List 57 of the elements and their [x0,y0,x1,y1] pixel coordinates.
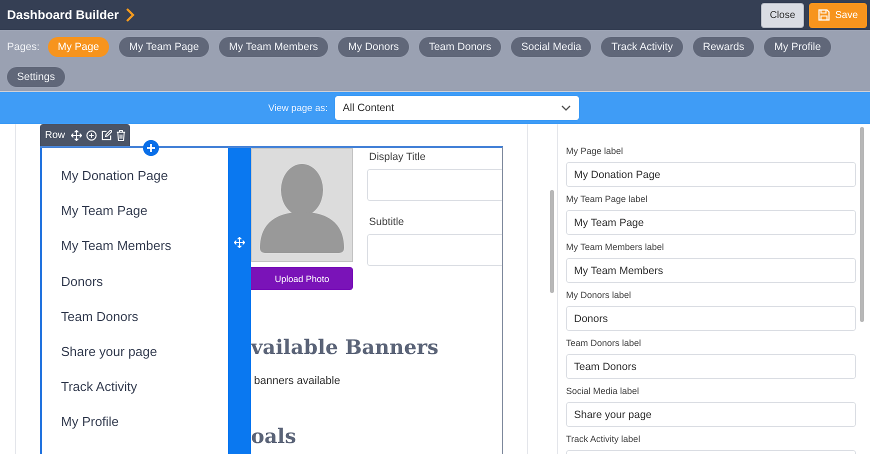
page-tab[interactable]: Settings [7,67,65,87]
input-field[interactable] [367,234,502,266]
scrollbar-thumb[interactable] [860,127,864,322]
close-button[interactable]: Close [761,2,804,28]
input-field[interactable]: Donors [566,306,856,331]
menu-item[interactable]: Donors [61,274,228,309]
page-tab[interactable]: Team Donors [418,37,502,57]
row-toolbar: Row [40,124,130,146]
move-icon[interactable] [71,130,82,140]
chevron-down-icon [560,105,571,111]
menu-item[interactable]: My Team Members [61,238,228,274]
field-label: My Team Page label [566,194,648,205]
chevron-right-icon [124,7,135,23]
input-field[interactable]: My Team Members [566,258,856,283]
field-label: Display Title [368,150,427,164]
menu-item[interactable]: Team Donors [61,308,228,344]
input-field[interactable]: Share your page [566,402,856,427]
pages-label: Pages: [7,41,40,53]
save-icon [818,9,830,21]
input-field[interactable]: My Team Page [566,210,856,235]
column-divider-handle[interactable] [228,148,251,454]
menu-item[interactable]: My Team Page [61,203,228,238]
avatar-placeholder-icon [251,148,353,262]
view-as-label: View page as: [268,102,328,114]
input-field[interactable]: My Donation Page [566,162,856,187]
field-label: My Donors label [566,290,632,301]
page-tab[interactable]: My Team Page [119,37,209,57]
view-select[interactable]: All Content [334,96,579,120]
field-label: My Page label [566,146,624,157]
move-icon[interactable] [234,236,245,248]
page-tab[interactable]: Track Activity [601,37,683,57]
field-label: Team Donors label [566,338,642,349]
page-tab[interactable]: Rewards [692,37,754,57]
empty-message: banners available [253,375,342,387]
page-tab[interactable]: Social Media [511,37,592,57]
section-heading: vailable Banners [251,335,440,359]
upload-photo-button[interactable]: Upload Photo [251,267,353,290]
page-tab[interactable]: My Profile [764,37,831,57]
page-tab[interactable]: My Team Members [218,37,328,57]
edit-icon[interactable] [101,130,112,140]
field-label: My Team Members label [566,242,665,253]
app-title: Dashboard Builder [7,8,119,22]
add-icon[interactable] [143,140,159,156]
menu-item[interactable]: Share your page [61,344,228,380]
add-circle-icon[interactable] [86,130,98,140]
input-field[interactable]: Team Donors [566,354,856,379]
menu-item[interactable]: My Profile [61,414,228,450]
page-tab[interactable]: My Donors [338,37,409,57]
menu-item[interactable]: Track Activity [61,379,228,414]
field-label: Track Activity label [566,434,642,445]
scrollbar-thumb[interactable] [550,190,554,293]
input-field[interactable] [367,169,502,201]
field-label: Social Media label [566,386,640,397]
menu-item[interactable]: My Donation Page [61,168,228,204]
trash-icon[interactable] [116,130,126,140]
field-label: Subtitle [368,215,406,229]
section-heading: oals [251,424,298,448]
